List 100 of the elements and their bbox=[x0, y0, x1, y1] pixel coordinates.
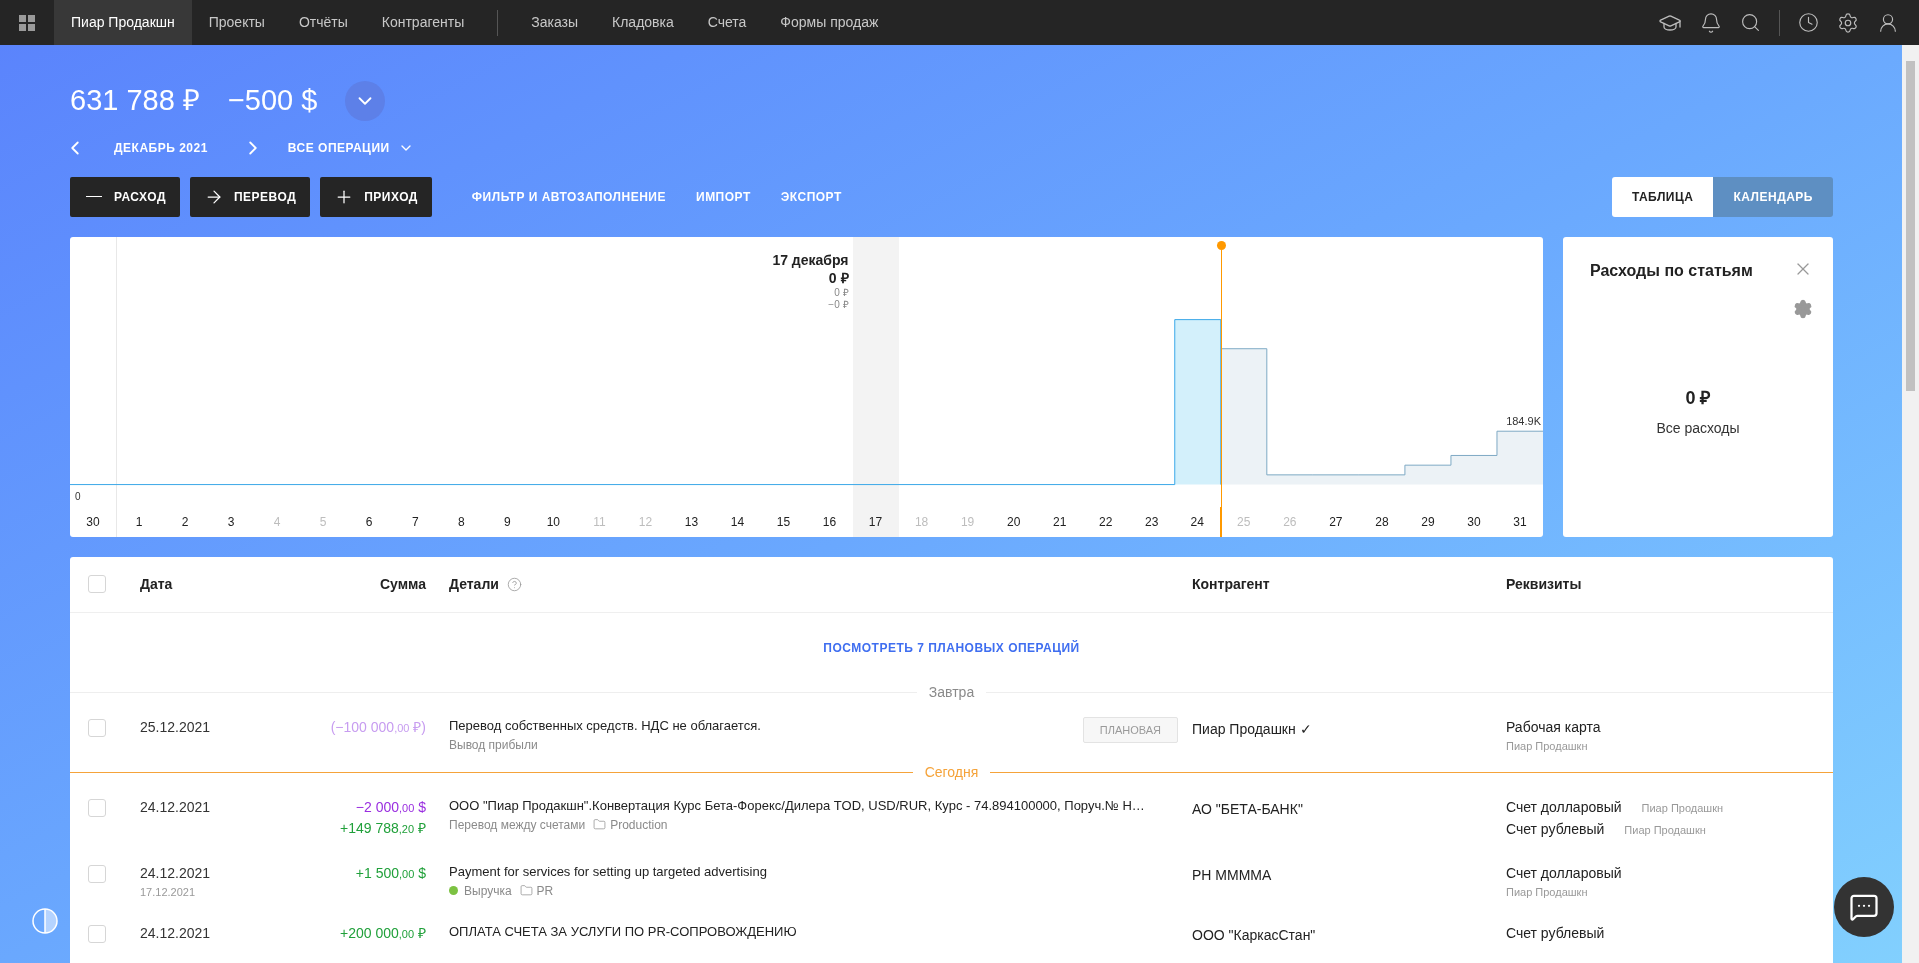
checkbox[interactable] bbox=[88, 718, 106, 737]
checkbox[interactable] bbox=[88, 575, 106, 593]
account-owner-text: Пиар Продашкн bbox=[1506, 884, 1589, 900]
folder-icon bbox=[519, 884, 533, 897]
day-separator-label: Сегодня bbox=[923, 763, 980, 782]
period-label: ДЕКАБРЬ 2021 bbox=[114, 139, 208, 157]
day-label: 9 bbox=[502, 513, 512, 531]
column-header: Сумма bbox=[378, 574, 426, 594]
peak-value-label: 184.9K bbox=[1506, 414, 1541, 429]
checkbox[interactable] bbox=[88, 924, 106, 943]
date-text: 24.12.2021 bbox=[140, 863, 212, 883]
clock-icon[interactable] bbox=[1798, 12, 1819, 33]
day-label: 7 bbox=[410, 513, 420, 531]
day-label: 3 bbox=[226, 513, 236, 531]
checkbox[interactable] bbox=[88, 798, 106, 817]
counterparty-text: PH MMMMA bbox=[1192, 866, 1272, 883]
action-button[interactable]: РАСХОД bbox=[70, 176, 180, 217]
day-label: 1 bbox=[134, 513, 144, 531]
operation-title: ОПЛАТА СЧЕТА ЗА УСЛУГИ ПО PR-СОПРОВОЖДЕНИЮ bbox=[449, 922, 797, 941]
operation-title: ООО "Пиар Продакшн".Конвертация Курс Бета-Форекс/Дилера TOD, USD/RUR, Курс - 74.894100000, Поруч.№ Н… bbox=[449, 796, 1145, 815]
counterparty-text: Пиар Продашкн ✓ bbox=[1192, 720, 1312, 737]
account-text: Счет рублевый bbox=[1506, 819, 1605, 839]
operation-title: Перевод собственных средств. НДС не облагается. bbox=[449, 716, 761, 735]
amount-text: +200 000,00 ₽ bbox=[340, 923, 426, 943]
day-label: 22 bbox=[1098, 513, 1114, 531]
expenses-total: 0 ₽ bbox=[1685, 386, 1711, 410]
panel-title: Расходы по статьям bbox=[1590, 260, 1753, 281]
date-text: 24.12.2021 bbox=[140, 923, 212, 943]
nav-tab[interactable]: Кладовка bbox=[595, 0, 691, 45]
category-text: Вывод прибыли bbox=[449, 736, 538, 754]
day-label: 27 bbox=[1328, 513, 1344, 531]
account-owner-text: Пиар Продашкн bbox=[1624, 822, 1706, 838]
day-label: 4 bbox=[272, 513, 282, 531]
balance-amount: −500 $ bbox=[227, 83, 318, 118]
tooltip-date: 17 декабря bbox=[772, 250, 849, 269]
amount-text: +1 500,00 $ bbox=[355, 863, 426, 883]
nav-tab[interactable]: Отчёты bbox=[281, 0, 365, 45]
settings-icon[interactable] bbox=[1837, 11, 1859, 34]
day-label: 11 bbox=[592, 513, 607, 531]
day-label: 19 bbox=[959, 513, 976, 531]
nav-tab[interactable]: Формы продаж bbox=[763, 0, 896, 45]
planned-operations-link[interactable]: ПОСМОТРЕТЬ 7 ПЛАНОВЫХ ОПЕРАЦИЙ bbox=[823, 638, 1080, 657]
day-label: 26 bbox=[1282, 513, 1298, 531]
category-text: Перевод между счетами bbox=[449, 816, 586, 834]
zero-axis-label: 0 bbox=[75, 490, 81, 504]
help-icon[interactable] bbox=[506, 576, 522, 592]
column-header: Реквизиты bbox=[1506, 574, 1582, 594]
day-label: 25 bbox=[1236, 513, 1252, 531]
amount-text: −2 000,00 $ bbox=[355, 797, 426, 817]
account-text: Рабочая карта bbox=[1506, 717, 1602, 737]
column-header: Дата bbox=[140, 574, 174, 594]
nav-tab[interactable]: Контрагенты bbox=[364, 0, 482, 45]
day-label: 15 bbox=[775, 513, 792, 531]
project-text: PR bbox=[536, 882, 554, 900]
column-header: Детали bbox=[449, 574, 499, 594]
chat-button[interactable] bbox=[1834, 877, 1894, 937]
expenses-caption: Все расходы bbox=[1656, 418, 1740, 438]
day-label: 21 bbox=[1052, 513, 1068, 531]
action-button[interactable]: ПРИХОД bbox=[320, 176, 432, 217]
checkbox[interactable] bbox=[88, 864, 106, 883]
account-text: Счет долларовый bbox=[1506, 863, 1623, 883]
notifications-icon[interactable] bbox=[1700, 11, 1722, 34]
day-label: 14 bbox=[729, 513, 746, 531]
theme-toggle-icon[interactable] bbox=[31, 907, 59, 935]
minus-icon bbox=[86, 195, 102, 198]
column-header: Контрагент bbox=[1192, 574, 1271, 594]
project-text: Production bbox=[610, 816, 668, 834]
day-label: 29 bbox=[1420, 513, 1436, 531]
date-text: 24.12.2021 bbox=[140, 797, 212, 817]
amount-text: (−100 000,00 ₽) bbox=[330, 717, 426, 737]
day-separator-label: Завтра bbox=[927, 683, 976, 702]
day-label: 5 bbox=[318, 513, 328, 531]
amount-text: +149 788,20 ₽ bbox=[340, 818, 426, 838]
tooltip-income: 0 ₽ bbox=[834, 286, 849, 299]
profile-icon[interactable] bbox=[1877, 11, 1899, 34]
action-button[interactable]: ПЕРЕВОД bbox=[189, 176, 311, 217]
operation-title: Payment for services for setting up targeted advertising bbox=[449, 862, 767, 881]
category-text: Выручка bbox=[464, 882, 512, 900]
nav-tab[interactable]: Пиар Продакшн bbox=[54, 0, 192, 45]
day-label: 13 bbox=[683, 513, 700, 531]
day-label: 12 bbox=[637, 513, 654, 531]
tooltip-expense: −0 ₽ bbox=[828, 298, 849, 311]
account-owner-text: Пиар Продашкн bbox=[1506, 738, 1589, 754]
search-icon[interactable] bbox=[1740, 12, 1761, 33]
day-label: 16 bbox=[821, 513, 838, 531]
counterparty-text: ООО "КаркасСтан" bbox=[1192, 926, 1316, 943]
day-label: 24 bbox=[1174, 506, 1221, 537]
day-label: 8 bbox=[456, 513, 466, 531]
account-owner-text: Пиар Продашкн bbox=[1641, 800, 1724, 816]
nav-tab[interactable]: Заказы bbox=[514, 0, 595, 45]
nav-tab[interactable]: Проекты bbox=[191, 0, 282, 45]
day-label: 23 bbox=[1144, 513, 1160, 531]
account-text: Счет рублевый bbox=[1506, 923, 1606, 943]
account-text: Счет долларовый bbox=[1506, 797, 1622, 817]
view-tab[interactable]: ТАБЛИЦА bbox=[1611, 176, 1714, 217]
planned-badge: ПЛАНОВАЯ bbox=[1082, 716, 1178, 743]
day-label: 18 bbox=[913, 513, 930, 531]
day-label: 6 bbox=[364, 513, 374, 531]
day-label: 10 bbox=[545, 513, 561, 531]
nav-tab[interactable]: Счета bbox=[690, 0, 764, 45]
